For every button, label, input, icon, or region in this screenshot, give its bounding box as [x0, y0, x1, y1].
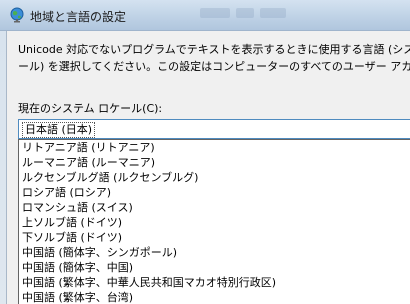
locale-option[interactable]: 中国語 (簡体字、シンガポール) [19, 245, 410, 260]
locale-option[interactable]: 中国語 (繁体字、中華人民共和国マカオ特別行政区) [19, 275, 410, 290]
title-bar[interactable]: 地域と言語の設定 [0, 0, 410, 31]
locale-option[interactable]: リトアニア語 (リトアニア) [19, 140, 410, 155]
description-line-1: Unicode 対応でないプログラムでテキストを表示するときに使用する言語 (シ… [18, 43, 410, 56]
blurred-background-tabs [200, 8, 292, 22]
dialog-panel: Unicode 対応でないプログラムでテキストを表示するときに使用する言語 (シ… [6, 31, 410, 304]
locale-option[interactable]: ロシア語 (ロシア) [19, 185, 410, 200]
system-locale-combobox[interactable]: 日本語 (日本) [18, 119, 410, 139]
locale-dropdown-list[interactable]: リトアニア語 (リトアニア) ルーマニア語 (ルーマニア) ルクセンブルグ語 (… [18, 139, 410, 304]
description-text: Unicode 対応でないプログラムでテキストを表示するときに使用する言語 (シ… [18, 41, 410, 75]
system-locale-label: 現在のシステム ロケール(C): [18, 102, 163, 115]
description-line-2: ール) を選択してください。この設定はコンピューターのすべてのユーザー アカウン… [18, 60, 410, 73]
locale-option[interactable]: ルーマニア語 (ルーマニア) [19, 155, 410, 170]
locale-option[interactable]: 中国語 (繁体字、台湾) [19, 290, 410, 304]
selected-locale-value: 日本語 (日本) [22, 122, 96, 138]
window-title: 地域と言語の設定 [30, 10, 127, 24]
locale-option[interactable]: ロマンシュ語 (スイス) [19, 200, 410, 215]
locale-option[interactable]: 下ソルブ語 (ドイツ) [19, 230, 410, 245]
locale-option[interactable]: 中国語 (簡体字、中国) [19, 260, 410, 275]
locale-option[interactable]: 上ソルブ語 (ドイツ) [19, 215, 410, 230]
locale-option[interactable]: ルクセンブルグ語 (ルクセンブルグ) [19, 170, 410, 185]
globe-icon [9, 7, 25, 23]
